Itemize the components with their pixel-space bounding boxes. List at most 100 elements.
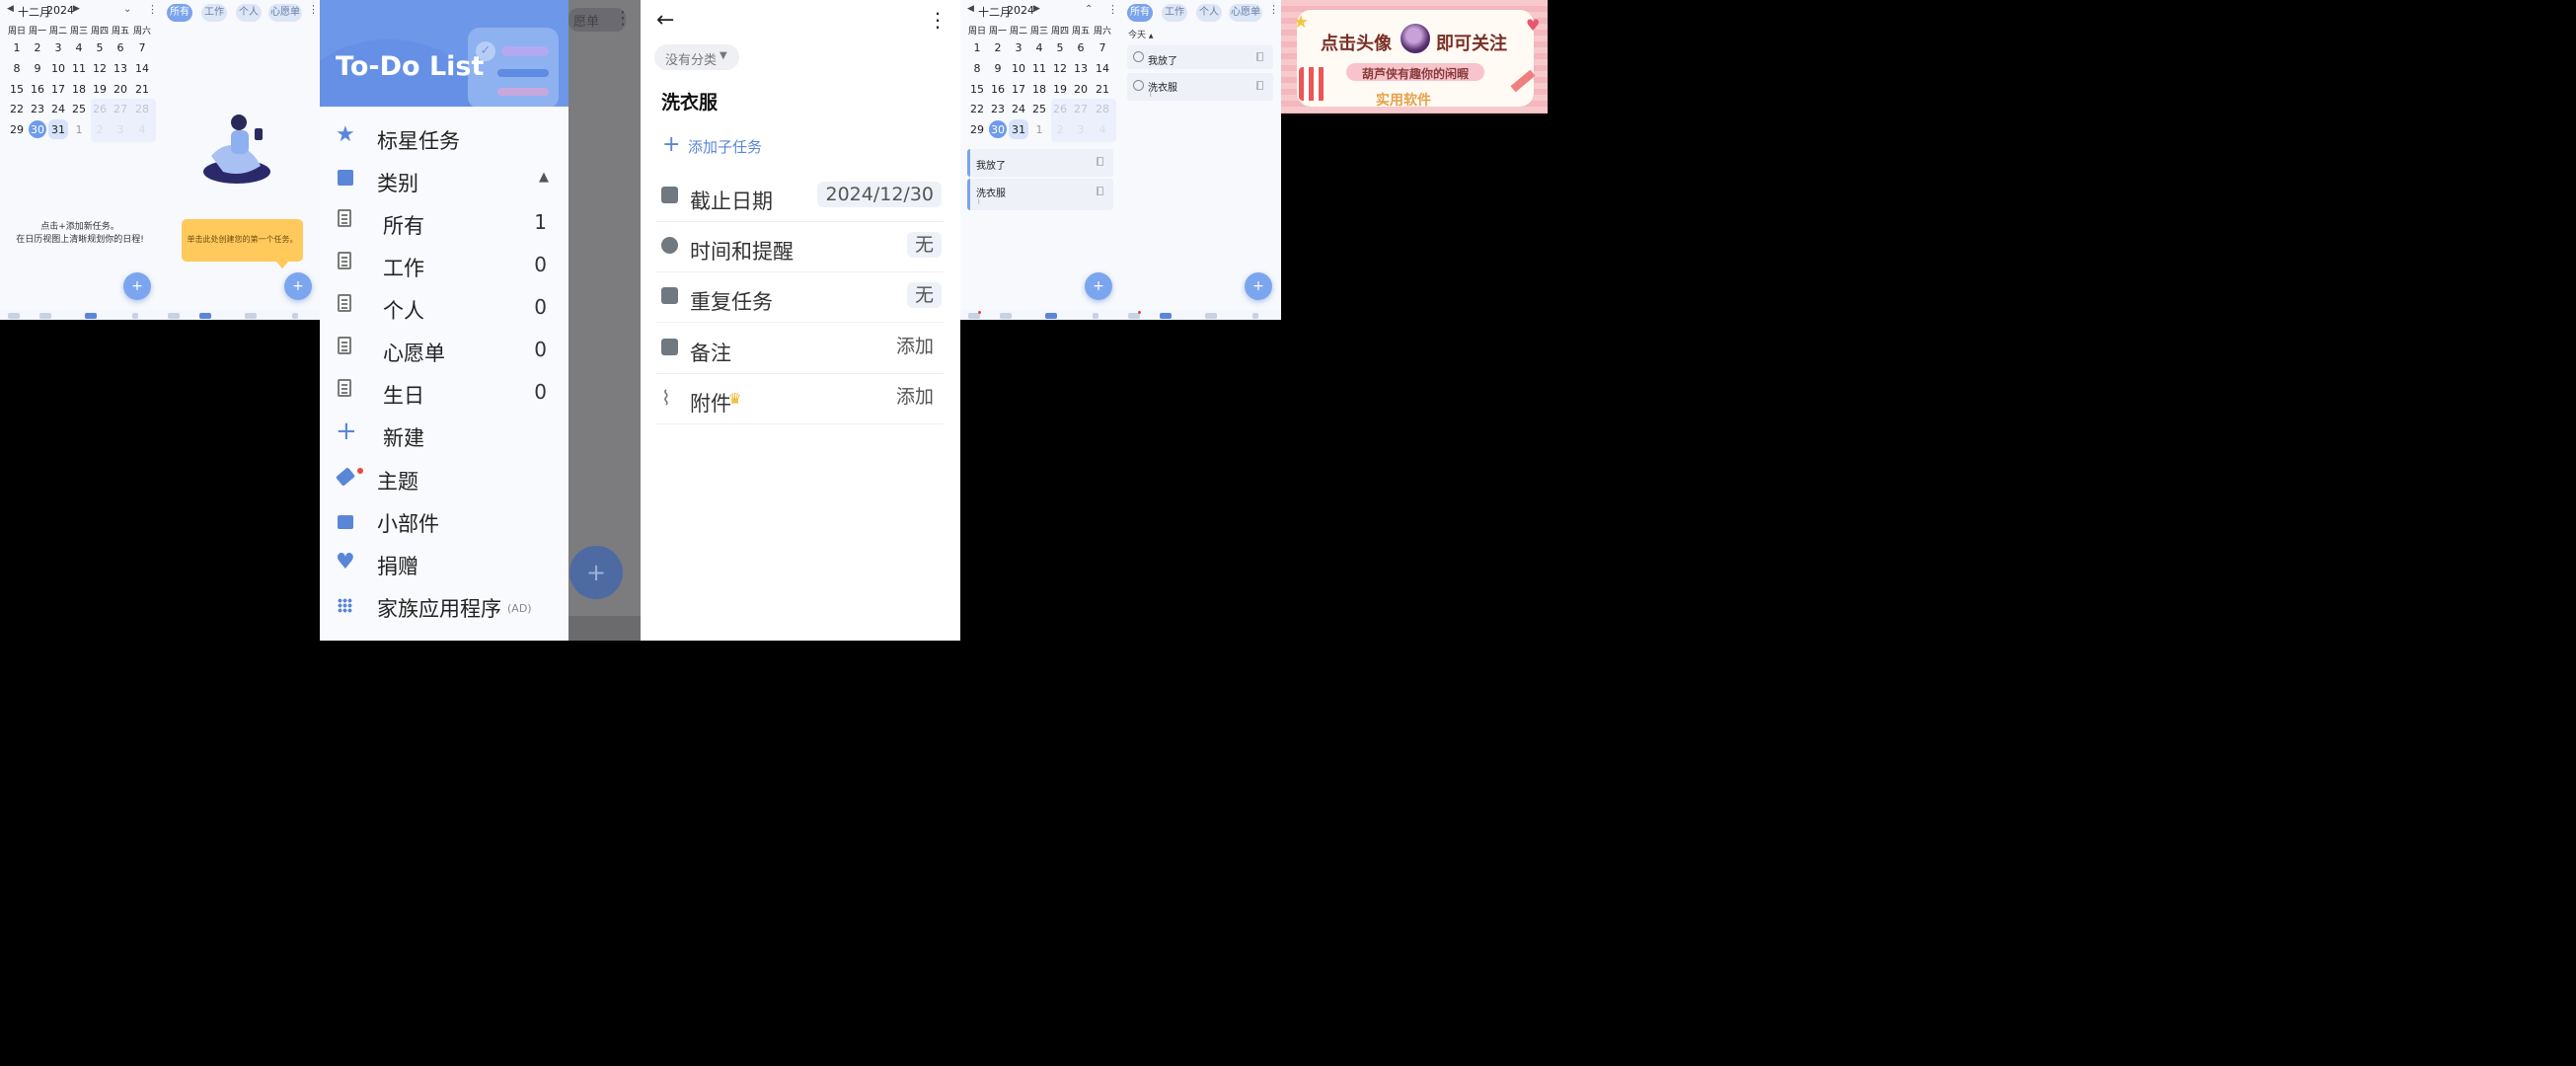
chip-personal[interactable]: 个人 bbox=[1196, 4, 1222, 22]
back-arrow-icon[interactable]: ← bbox=[656, 8, 674, 33]
popcorn-sticker-icon bbox=[1299, 67, 1326, 101]
list-icon bbox=[338, 252, 351, 269]
chip-work[interactable]: 工作 bbox=[1162, 4, 1187, 22]
flag-icon[interactable] bbox=[1256, 81, 1263, 90]
add-attachment-button[interactable]: 添加 bbox=[888, 384, 942, 410]
weekday-label: 周五 bbox=[1071, 27, 1090, 37]
reminder-value[interactable]: 无 bbox=[906, 232, 942, 258]
calendar-day[interactable]: 21 bbox=[130, 83, 154, 96]
checkbox-circle[interactable] bbox=[1133, 51, 1144, 62]
background-more-icon: ⋮ bbox=[614, 8, 632, 29]
list-icon bbox=[338, 337, 351, 354]
drawer-item-family-apps[interactable]: 家族应用程序 (AD) bbox=[320, 571, 568, 641]
more-icon[interactable]: ⋮ bbox=[308, 3, 319, 16]
calendar-day[interactable]: 7 bbox=[130, 41, 154, 54]
drawer-item-label: 家族应用程序 bbox=[377, 597, 501, 621]
chip-wishlist[interactable]: 心愿单 bbox=[268, 4, 302, 22]
notification-dot bbox=[978, 311, 981, 314]
chip-wishlist[interactable]: 心愿单 bbox=[1229, 4, 1262, 22]
bottom-nav bbox=[160, 310, 320, 320]
chip-all[interactable]: 所有 bbox=[1127, 4, 1153, 22]
nav-calendar-icon[interactable] bbox=[1045, 313, 1057, 319]
nav-menu-icon[interactable] bbox=[168, 313, 180, 319]
header-bar-1 bbox=[501, 46, 549, 56]
calendar-day[interactable]: 6 bbox=[1069, 41, 1093, 54]
calendar-header: ◀ 十二月 2024 ▶ ⌃ ⋮ bbox=[960, 0, 1120, 20]
calendar-day[interactable]: 13 bbox=[109, 62, 132, 75]
detail-row-repeat[interactable]: 重复任务 无 bbox=[655, 272, 944, 323]
nav-tasks-icon[interactable] bbox=[199, 313, 211, 319]
promo-banner[interactable]: ★ ♥ 点击头像 即可关注 葫芦侠有趣你的闲暇 实用软件 bbox=[1281, 0, 1548, 114]
more-icon[interactable]: ⋮ bbox=[1268, 3, 1279, 16]
add-task-fab[interactable]: + bbox=[284, 272, 312, 300]
add-task-fab[interactable]: + bbox=[123, 272, 151, 300]
expand-icon[interactable]: ⌃ bbox=[1085, 4, 1093, 15]
task-list-screen-today: 所有 工作 个人 心愿单 ⋮ 今天 ▲ 我放了 洗衣服 ⌇ + bbox=[1120, 0, 1281, 320]
detail-row-due-date[interactable]: 截止日期 2024/12/30 bbox=[655, 172, 944, 222]
first-task-tooltip: 单击此处创建您的第一个任务。 bbox=[182, 219, 303, 268]
detail-row-time-reminder[interactable]: 时间和提醒 无 bbox=[655, 222, 944, 272]
nav-profile-icon[interactable] bbox=[1093, 313, 1099, 319]
collapse-arrow-icon[interactable]: ▲ bbox=[539, 170, 549, 185]
next-month-icon[interactable]: ▶ bbox=[1033, 4, 1040, 14]
more-icon[interactable]: ⋮ bbox=[928, 8, 947, 32]
collapse-icon[interactable]: ⌄ bbox=[123, 4, 131, 15]
crown-icon: ♛ bbox=[728, 390, 742, 408]
weekday-label: 周六 bbox=[1093, 27, 1111, 37]
more-icon[interactable]: ⋮ bbox=[1107, 3, 1118, 16]
flag-icon[interactable] bbox=[1097, 157, 1103, 166]
nav-calendar-icon[interactable] bbox=[85, 313, 97, 319]
calendar-header: ◀ 十二月 2024 ▶ ⌄ ⋮ bbox=[0, 0, 160, 20]
add-notes-button[interactable]: 添加 bbox=[888, 334, 942, 359]
calendar-day[interactable]: 6 bbox=[109, 41, 132, 54]
prev-month-icon[interactable]: ◀ bbox=[967, 4, 974, 14]
nav-tasks-icon[interactable] bbox=[39, 313, 51, 319]
row-label: 重复任务 bbox=[690, 290, 773, 314]
calendar-day[interactable]: 14 bbox=[130, 62, 154, 75]
nav-calendar-icon[interactable] bbox=[1205, 313, 1217, 319]
due-date-value[interactable]: 2024/12/30 bbox=[817, 182, 942, 207]
checkbox-circle[interactable] bbox=[1133, 80, 1144, 91]
task-title: 我放了 bbox=[976, 161, 1006, 172]
task-title[interactable]: 洗衣服 bbox=[661, 88, 718, 114]
calendar-day[interactable]: 13 bbox=[1069, 62, 1093, 75]
weekday-label: 周五 bbox=[111, 27, 129, 37]
repeat-value[interactable]: 无 bbox=[906, 282, 942, 308]
section-today[interactable]: 今天 ▲ bbox=[1128, 28, 1154, 40]
chip-all[interactable]: 所有 bbox=[167, 4, 192, 22]
calendar-day[interactable]: 20 bbox=[1069, 83, 1093, 96]
prev-month-icon[interactable]: ◀ bbox=[7, 4, 14, 14]
add-task-fab[interactable]: + bbox=[1245, 272, 1272, 300]
calendar-day[interactable]: 21 bbox=[1091, 83, 1114, 96]
category-dropdown[interactable]: 没有分类 ▼ bbox=[654, 44, 739, 70]
nav-profile-icon[interactable] bbox=[1252, 313, 1258, 319]
calendar-day[interactable]: 14 bbox=[1091, 62, 1114, 75]
row-label: 时间和提醒 bbox=[690, 240, 794, 264]
next-month-icon[interactable]: ▶ bbox=[73, 4, 80, 14]
nav-tasks-icon[interactable] bbox=[1160, 313, 1172, 319]
calendar-day[interactable]: 20 bbox=[109, 83, 132, 96]
chip-work[interactable]: 工作 bbox=[201, 4, 227, 22]
detail-row-notes[interactable]: 备注 添加 bbox=[655, 324, 944, 374]
detail-row-attachment[interactable]: ⌇ 附件 ♛ 添加 bbox=[655, 374, 944, 424]
hint-line-2: 在日历视图上清晰规划你的日程! bbox=[16, 235, 144, 245]
more-icon[interactable]: ⋮ bbox=[147, 3, 158, 16]
task-row[interactable]: 洗衣服 ⌇ bbox=[1127, 73, 1273, 101]
nav-profile-icon[interactable] bbox=[132, 313, 138, 319]
flag-icon[interactable] bbox=[1097, 187, 1103, 195]
avatar[interactable] bbox=[1399, 22, 1432, 55]
task-row[interactable]: 我放了 bbox=[1127, 45, 1273, 69]
task-title: 洗衣服 bbox=[976, 189, 1006, 199]
task-row[interactable]: 洗衣服 ⌇ bbox=[967, 179, 1113, 210]
task-row[interactable]: 我放了 bbox=[967, 149, 1113, 177]
nav-menu-icon[interactable] bbox=[8, 313, 20, 319]
star-sticker-icon: ★ bbox=[1293, 12, 1310, 33]
calendar-day[interactable]: 7 bbox=[1091, 41, 1114, 54]
nav-calendar-icon[interactable] bbox=[245, 313, 257, 319]
nav-profile-icon[interactable] bbox=[292, 313, 298, 319]
nav-tasks-icon[interactable] bbox=[1000, 313, 1012, 319]
flag-icon[interactable] bbox=[1256, 52, 1263, 61]
add-task-fab[interactable]: + bbox=[1085, 272, 1112, 300]
chip-personal[interactable]: 个人 bbox=[236, 4, 262, 22]
calendar-screen-empty: ◀ 十二月 2024 ▶ ⌄ ⋮ 周日 周一 周二 周三 周四 周五 周六 1 2 3 4 5 6 7 8 9… bbox=[0, 0, 160, 320]
